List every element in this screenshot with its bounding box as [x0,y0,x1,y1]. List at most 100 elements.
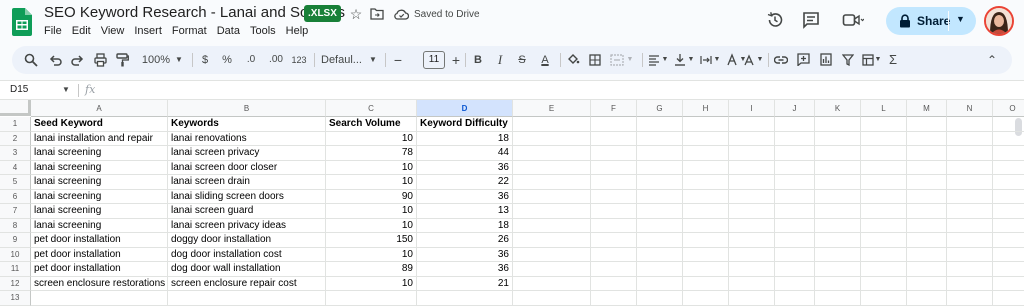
empty-cell[interactable] [993,132,1024,146]
empty-cell[interactable] [907,160,947,175]
empty-cell[interactable] [591,189,637,204]
empty-cell[interactable] [815,204,861,219]
empty-cell[interactable] [591,233,637,248]
empty-cell[interactable] [513,131,591,146]
insert-link-icon[interactable] [774,55,788,65]
empty-cell[interactable] [947,218,993,233]
empty-cell[interactable] [637,131,683,146]
empty-cell[interactable] [775,189,815,204]
empty-cell[interactable] [993,117,1024,132]
increase-font-size-button[interactable]: + [449,46,463,74]
empty-cell[interactable] [775,276,815,291]
empty-cell[interactable] [729,218,775,233]
strikethrough-button[interactable]: S [515,46,529,74]
data-cell[interactable]: pet door installation [31,233,168,248]
data-cell[interactable]: doggy door installation [168,233,326,248]
empty-cell[interactable] [591,160,637,175]
data-cell[interactable]: 44 [417,146,513,161]
empty-cell[interactable] [591,175,637,190]
column-header-e[interactable]: E [513,100,591,117]
data-cell[interactable]: 36 [417,262,513,277]
empty-cell[interactable] [513,233,591,248]
data-cell[interactable]: lanai screening [31,189,168,204]
empty-cell[interactable] [775,204,815,219]
column-title-cell[interactable]: Keywords [168,117,326,132]
empty-cell[interactable] [993,161,1024,175]
column-title-cell[interactable]: Seed Keyword [31,117,168,132]
column-header-n[interactable]: N [947,100,993,117]
empty-cell[interactable] [683,233,729,248]
version-history-icon[interactable] [766,11,784,29]
fill-color-icon[interactable] [566,53,580,67]
data-cell[interactable]: dog door wall installation [168,262,326,277]
comments-icon[interactable] [802,11,820,29]
zoom-caret-icon[interactable]: ▼ [174,46,184,74]
empty-cell[interactable] [591,204,637,219]
empty-cell[interactable] [591,117,637,132]
empty-cell[interactable] [513,247,591,262]
text-direction-icon[interactable] [742,53,756,67]
italic-button[interactable]: I [493,46,507,74]
cloud-done-icon[interactable] [394,8,409,20]
data-cell[interactable]: 90 [326,189,417,204]
menu-tools[interactable]: Tools [245,25,281,37]
data-cell[interactable]: 10 [326,175,417,190]
empty-cell[interactable] [637,262,683,277]
data-cell[interactable]: lanai screening [31,204,168,219]
menu-data[interactable]: Data [212,25,245,37]
font-size-input[interactable]: 11 [423,51,445,69]
empty-cell[interactable] [907,131,947,146]
data-cell[interactable]: 89 [326,262,417,277]
empty-cell[interactable] [775,262,815,277]
document-title[interactable]: SEO Keyword Research - Lanai and Screens [44,4,345,21]
font-family-select[interactable]: Defaul... [321,46,371,74]
empty-cell[interactable] [947,262,993,277]
insert-comment-icon[interactable] [797,53,810,66]
row-header-12[interactable]: 12 [0,276,31,291]
column-title-cell[interactable]: Search Volume [326,117,417,132]
data-cell[interactable]: lanai screening [31,160,168,175]
menu-help[interactable]: Help [281,25,314,37]
empty-cell[interactable] [729,189,775,204]
empty-cell[interactable] [326,291,417,306]
empty-cell[interactable] [907,218,947,233]
empty-cell[interactable] [637,247,683,262]
column-header-f[interactable]: F [591,100,637,117]
data-cell[interactable]: screen enclosure restorations [31,276,168,291]
empty-cell[interactable] [775,117,815,132]
empty-cell[interactable] [775,247,815,262]
data-cell[interactable]: 21 [417,276,513,291]
row-header-9[interactable]: 9 [0,233,31,248]
row-header-5[interactable]: 5 [0,175,31,190]
increase-decimal-button[interactable]: .00 [265,46,287,74]
empty-cell[interactable] [947,276,993,291]
empty-cell[interactable] [947,291,993,306]
row-header-7[interactable]: 7 [0,204,31,219]
empty-cell[interactable] [513,117,591,132]
empty-cell[interactable] [907,233,947,248]
data-cell[interactable]: lanai screening [31,146,168,161]
empty-cell[interactable] [513,175,591,190]
row-header-10[interactable]: 10 [0,247,31,262]
empty-cell[interactable] [729,160,775,175]
empty-cell[interactable] [417,291,513,306]
empty-cell[interactable] [861,233,907,248]
column-header-l[interactable]: L [861,100,907,117]
empty-cell[interactable] [683,218,729,233]
empty-cell[interactable] [947,247,993,262]
empty-cell[interactable] [861,160,907,175]
empty-cell[interactable] [815,247,861,262]
filter-views-caret-icon[interactable]: ▼ [874,46,882,74]
empty-cell[interactable] [513,146,591,161]
empty-cell[interactable] [993,291,1024,306]
meet-video-icon[interactable] [842,11,864,29]
empty-cell[interactable] [907,247,947,262]
empty-cell[interactable] [947,204,993,219]
empty-cell[interactable] [683,146,729,161]
empty-cell[interactable] [907,117,947,132]
row-header-13[interactable]: 13 [0,291,31,306]
insert-chart-icon[interactable] [820,53,832,66]
empty-cell[interactable] [861,117,907,132]
sheets-logo-icon[interactable] [12,8,32,36]
empty-cell[interactable] [513,218,591,233]
